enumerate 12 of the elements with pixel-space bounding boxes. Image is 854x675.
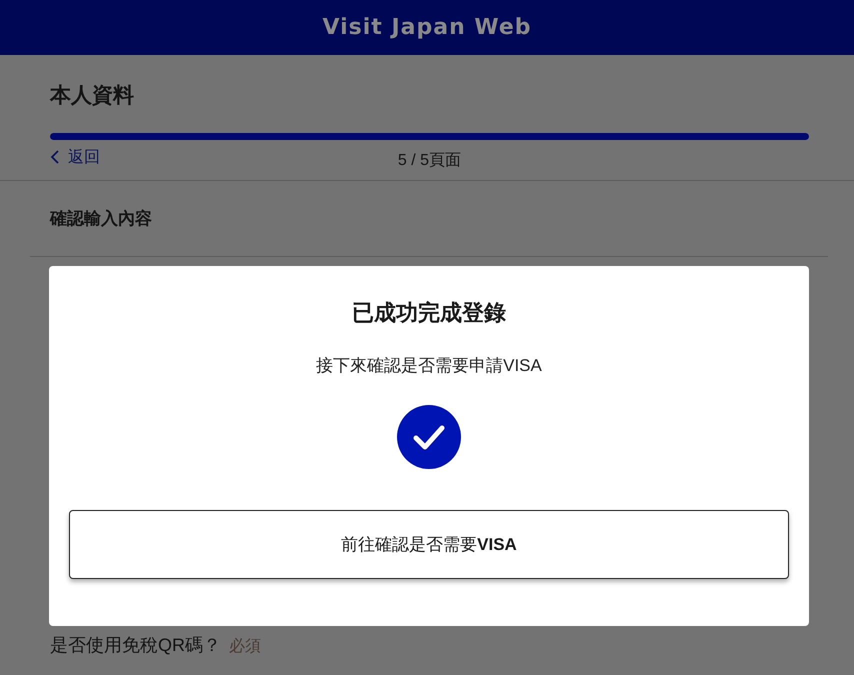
back-link[interactable]: 返回 bbox=[50, 146, 100, 168]
page-counter: 5 / 5頁面 bbox=[398, 152, 462, 169]
dialog-title: 已成功完成登錄 bbox=[352, 299, 506, 327]
question-label: 是否使用免稅QR碼？ bbox=[50, 634, 221, 657]
section-title: 確認輸入內容 bbox=[50, 209, 152, 228]
page-title: 本人資料 bbox=[50, 83, 135, 109]
required-label: 必須 bbox=[229, 636, 261, 657]
checkmark-icon bbox=[397, 405, 461, 469]
site-title: Visit Japan Web bbox=[322, 15, 532, 40]
visa-check-button[interactable]: 前往確認是否需要VISA bbox=[69, 510, 789, 579]
chevron-left-icon bbox=[50, 150, 60, 164]
dialog-message: 接下來確認是否需要申請VISA bbox=[316, 355, 542, 377]
